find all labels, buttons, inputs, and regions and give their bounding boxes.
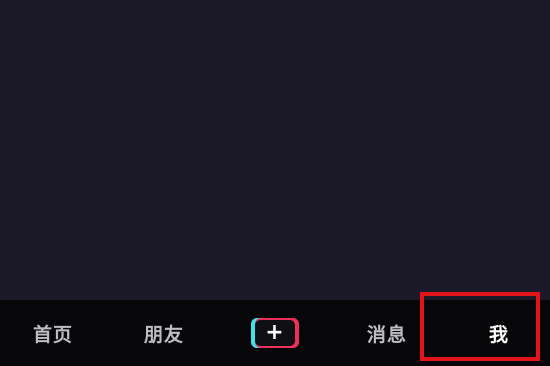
- plus-icon: +: [251, 318, 299, 348]
- tab-me-label: 我: [488, 323, 509, 346]
- bottom-tab-bar: 首页 朋友 + 消息 我: [0, 300, 550, 366]
- tab-inbox-label: 消息: [366, 323, 407, 346]
- app-screen: 首页 朋友 + 消息 我: [0, 0, 550, 366]
- tab-inbox[interactable]: 消息: [352, 300, 422, 366]
- tab-friends[interactable]: 朋友: [128, 300, 200, 366]
- tab-home-label: 首页: [32, 323, 73, 346]
- tab-me[interactable]: 我: [460, 300, 538, 366]
- create-button-label: +: [255, 320, 295, 346]
- content-area: [0, 0, 550, 300]
- tab-friends-label: 朋友: [143, 323, 184, 346]
- create-button[interactable]: +: [240, 300, 310, 366]
- tab-home[interactable]: 首页: [18, 300, 88, 366]
